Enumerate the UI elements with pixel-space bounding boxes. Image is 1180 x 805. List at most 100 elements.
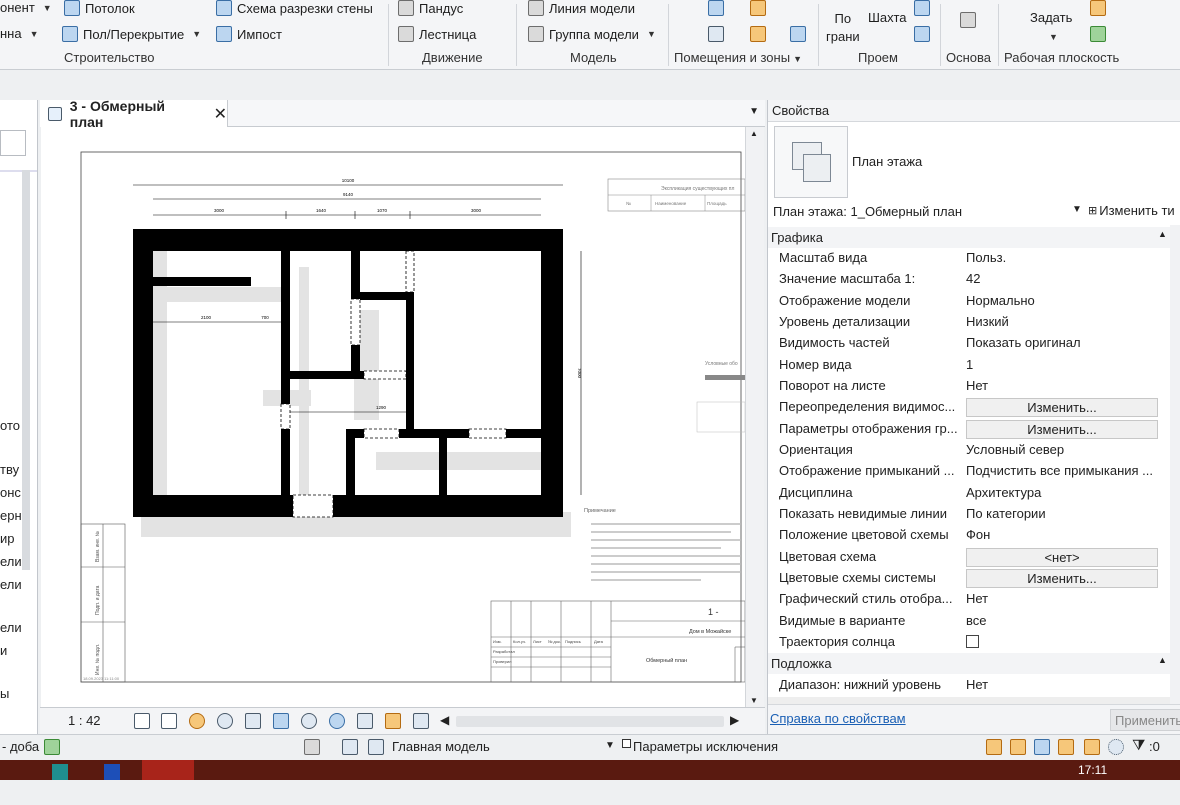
- active-app-icon[interactable]: [142, 760, 194, 780]
- app-icon[interactable]: [52, 764, 68, 780]
- workset-icon[interactable]: [44, 739, 60, 755]
- category-underlay[interactable]: Подложка: [768, 653, 1170, 674]
- browser-item[interactable]: ели: [0, 620, 22, 635]
- prop-row[interactable]: Значение масштаба 1: 42: [768, 269, 1170, 290]
- collapse-icon[interactable]: ▲: [1158, 229, 1167, 239]
- ceiling-button[interactable]: Потолок: [64, 0, 135, 16]
- prop-row[interactable]: Диапазон: нижний уровень Нет: [768, 675, 1170, 696]
- drawing-canvas[interactable]: Взам. инв. № Подп. и дата Инв. № подл. 1…: [41, 127, 746, 707]
- shadows-icon[interactable]: [217, 713, 233, 729]
- browser-scrollbar[interactable]: [22, 170, 30, 570]
- chevron-down-icon[interactable]: ▼: [192, 29, 201, 39]
- drag-elements-icon[interactable]: [1084, 739, 1100, 755]
- prop-row[interactable]: Поворот на листе Нет: [768, 376, 1170, 397]
- instance-selector[interactable]: План этажа: 1_Обмерный план: [773, 204, 962, 219]
- set-workplane-button[interactable]: Задать: [1030, 10, 1072, 25]
- prop-row[interactable]: Видимые в варианте все: [768, 611, 1170, 632]
- properties-help-link[interactable]: Справка по свойствам: [770, 711, 906, 726]
- floor-button[interactable]: Пол/Перекрытие ▼: [62, 26, 201, 42]
- collapse-icon[interactable]: ▲: [1158, 655, 1167, 665]
- scroll-right-icon[interactable]: ▶: [730, 713, 739, 727]
- shaft-button[interactable]: Шахта: [868, 10, 907, 25]
- design-options-icon[interactable]: [304, 739, 320, 755]
- crop-view-icon[interactable]: [245, 713, 261, 729]
- scale-value[interactable]: 1 : 42: [68, 713, 101, 728]
- tag-area-icon[interactable]: [790, 26, 806, 42]
- area-icon[interactable]: [708, 26, 724, 42]
- worksharing-icon[interactable]: [357, 713, 373, 729]
- prop-row-color-scheme[interactable]: Цветовая схема <нет>: [768, 547, 1170, 568]
- prop-row[interactable]: Масштаб вида Польз.: [768, 248, 1170, 269]
- model-group-button[interactable]: Группа модели ▼: [528, 26, 656, 42]
- detail-level-icon[interactable]: [134, 713, 150, 729]
- mullion-button[interactable]: Импост: [216, 26, 282, 42]
- model-line-button[interactable]: Линия модели: [528, 0, 635, 16]
- curtain-grid-button[interactable]: Схема разрезки стены: [216, 0, 373, 16]
- tab-menu-icon[interactable]: ▼: [749, 106, 759, 117]
- chevron-down-icon[interactable]: ▼: [605, 740, 615, 751]
- select-underlay-icon[interactable]: [1010, 739, 1026, 755]
- edit-type-button[interactable]: ⊞ Изменить ти: [1088, 203, 1175, 218]
- graphic-display-edit-button[interactable]: Изменить...: [966, 420, 1158, 439]
- tab-floor-plan[interactable]: 3 - Обмерный план ✕: [40, 98, 228, 130]
- exclude-options-checkbox[interactable]: [622, 739, 631, 748]
- color-scheme-button[interactable]: <нет>: [966, 548, 1158, 567]
- browser-item[interactable]: ели: [0, 554, 22, 569]
- reveal-hidden-icon[interactable]: [329, 713, 345, 729]
- chevron-down-icon[interactable]: ▼: [1049, 32, 1058, 42]
- vg-overrides-edit-button[interactable]: Изменить...: [966, 398, 1158, 417]
- model-selector-icon[interactable]: [342, 739, 358, 755]
- visual-style-icon[interactable]: [161, 713, 177, 729]
- column-button[interactable]: нна ▼: [0, 26, 39, 41]
- prop-row[interactable]: Видимость частей Показать оригинал: [768, 333, 1170, 354]
- prop-row[interactable]: Уровень детализации Низкий: [768, 312, 1170, 333]
- app-icon[interactable]: [104, 764, 120, 780]
- category-graphics[interactable]: Графика: [768, 227, 1170, 248]
- scroll-left-icon[interactable]: ◀: [440, 713, 449, 727]
- sun-path-checkbox[interactable]: [966, 635, 979, 648]
- browser-item[interactable]: и: [0, 643, 7, 658]
- properties-scrollbar[interactable]: [1170, 225, 1180, 705]
- close-icon[interactable]: ✕: [214, 104, 227, 124]
- prop-row[interactable]: Показать невидимые линии По категории: [768, 504, 1170, 525]
- background-process-icon[interactable]: [1108, 739, 1124, 755]
- show-crop-icon[interactable]: [273, 713, 289, 729]
- browser-item[interactable]: ерн: [0, 508, 22, 523]
- chevron-down-icon[interactable]: ▼: [43, 3, 52, 13]
- horizontal-scrollbar[interactable]: [456, 716, 724, 727]
- prop-row-vg-overrides[interactable]: Переопределения видимос... Изменить...: [768, 397, 1170, 418]
- show-workplane-icon[interactable]: [1090, 0, 1106, 16]
- browser-search-input[interactable]: [0, 130, 26, 156]
- vertical-scrollbar[interactable]: ▲ ▼: [745, 127, 764, 707]
- browser-item[interactable]: ото: [0, 418, 20, 433]
- prop-row[interactable]: Отображение примыканий ... Подчистить все…: [768, 461, 1170, 482]
- area-boundary-icon[interactable]: [750, 26, 766, 42]
- wall-opening-icon[interactable]: [914, 0, 930, 16]
- select-links-icon[interactable]: [986, 739, 1002, 755]
- stairs-button[interactable]: Лестница: [398, 26, 476, 42]
- by-face-button[interactable]: По грани: [826, 10, 860, 46]
- prop-row[interactable]: Траектория солнца: [768, 632, 1170, 653]
- exclude-options-label[interactable]: Параметры исключения: [633, 739, 778, 754]
- browser-item[interactable]: ы: [0, 686, 9, 701]
- constraints-icon[interactable]: [413, 713, 429, 729]
- browser-item[interactable]: ир: [0, 531, 15, 546]
- scroll-down-icon[interactable]: ▼: [750, 696, 758, 705]
- grid-icon[interactable]: [960, 12, 976, 28]
- scroll-up-icon[interactable]: ▲: [750, 129, 758, 138]
- select-pinned-icon[interactable]: [1034, 739, 1050, 755]
- ref-plane-icon[interactable]: [1090, 26, 1106, 42]
- prop-row[interactable]: Ориентация Условный север: [768, 440, 1170, 461]
- ramp-button[interactable]: Пандус: [398, 0, 463, 16]
- select-by-face-icon[interactable]: [1058, 739, 1074, 755]
- prop-row[interactable]: Отображение модели Нормально: [768, 291, 1170, 312]
- analysis-display-icon[interactable]: [385, 713, 401, 729]
- sun-path-icon[interactable]: [189, 713, 205, 729]
- active-model[interactable]: Главная модель: [392, 739, 490, 754]
- prop-row[interactable]: Дисциплина Архитектура: [768, 483, 1170, 504]
- model-list-icon[interactable]: [368, 739, 384, 755]
- prop-row[interactable]: Положение цветовой схемы Фон: [768, 525, 1170, 546]
- temporary-hide-icon[interactable]: [301, 713, 317, 729]
- system-color-schemes-edit-button[interactable]: Изменить...: [966, 569, 1158, 588]
- chevron-down-icon[interactable]: ▼: [1072, 204, 1082, 215]
